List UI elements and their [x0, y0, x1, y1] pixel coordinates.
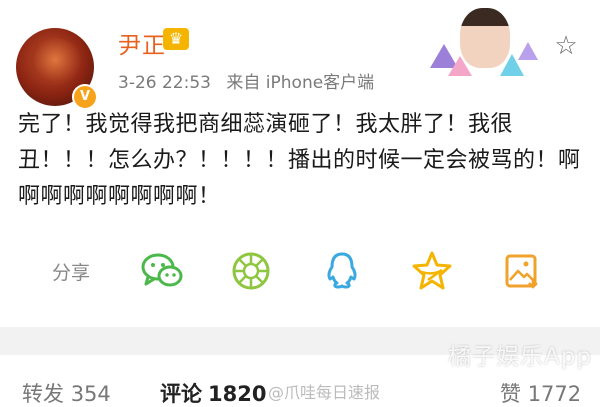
repost-count: 354	[70, 382, 111, 406]
portrait-image	[460, 8, 510, 68]
watermark-main: 橘子娱乐App	[448, 344, 592, 370]
like-tab[interactable]: 赞 1772	[500, 378, 581, 407]
like-count: 1772	[527, 382, 582, 406]
wechat-share-button[interactable]	[140, 250, 184, 292]
moments-icon	[232, 252, 270, 290]
qq-share-button[interactable]	[320, 250, 364, 292]
share-label: 分享	[52, 262, 91, 284]
crown-badge-icon: ♛	[163, 28, 189, 50]
weibo-post-screen: V 尹正 ♛ 3-26 22:53 来自 iPhone客户端 ☆ 完了！我觉得我…	[0, 0, 600, 407]
wechat-icon	[141, 253, 183, 287]
decoration-card	[430, 4, 540, 84]
post-meta: 3-26 22:53 来自 iPhone客户端	[118, 68, 384, 93]
post-content: 完了！我觉得我把商细蕊演砸了！我太胖了！我很丑！！！怎么办？！！！！播出的时候一…	[18, 112, 581, 209]
avatar[interactable]: V	[16, 28, 98, 110]
save-image-icon	[505, 254, 538, 289]
avatar-image	[28, 38, 82, 86]
favorite-star-icon[interactable]: ☆	[552, 32, 580, 60]
comment-count: 1820	[208, 382, 267, 406]
watermark-secondary: @爪哇每日速报	[268, 383, 381, 402]
post-source: 来自 iPhone客户端	[226, 73, 375, 93]
post-timestamp: 3-26 22:53	[118, 73, 211, 93]
save-image-button[interactable]	[500, 250, 544, 292]
comment-label: 评论	[160, 382, 202, 406]
repost-label: 转发	[22, 382, 64, 406]
comment-tab[interactable]: 评论 1820	[160, 378, 272, 407]
lilac-triangle-icon	[518, 42, 538, 60]
like-label: 赞	[500, 382, 521, 406]
qzone-icon	[412, 251, 452, 290]
qq-icon	[327, 252, 357, 289]
moments-share-button[interactable]	[229, 250, 273, 292]
repost-tab[interactable]: 转发 354	[22, 378, 111, 407]
username[interactable]: 尹正	[118, 26, 166, 60]
qzone-share-button[interactable]	[410, 250, 454, 292]
